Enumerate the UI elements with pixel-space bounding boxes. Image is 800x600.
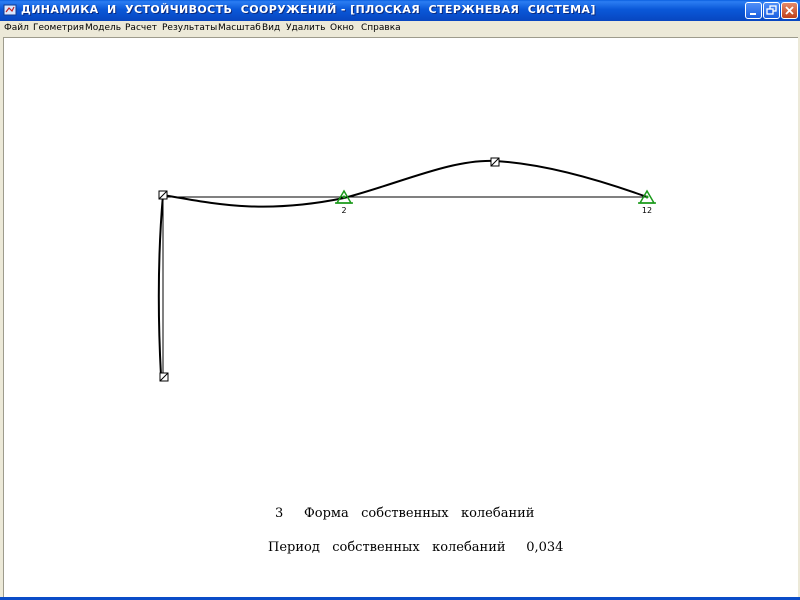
support-label-12: 12	[642, 206, 652, 215]
period-label: Период собственных колебаний	[268, 540, 506, 555]
app-icon[interactable]	[3, 3, 17, 17]
title-bar[interactable]: ДИНАМИКА И УСТОЙЧИВОСТЬ СООРУЖЕНИЙ - [ПЛ…	[0, 0, 800, 21]
menu-model[interactable]: Модель	[85, 21, 121, 35]
mode-number: 3	[275, 506, 284, 521]
menu-help[interactable]: Справка	[361, 21, 401, 35]
support-label-2: 2	[341, 206, 346, 215]
mode-title: Форма собственных колебаний	[303, 506, 535, 521]
restore-button[interactable]	[763, 2, 780, 19]
menu-scale[interactable]: Масштаб	[218, 21, 261, 35]
close-icon	[785, 6, 794, 15]
mode-caption: 3 Форма собственных колебаний	[275, 506, 534, 521]
menu-view[interactable]: Вид	[262, 21, 280, 35]
period-value: 0,034	[526, 540, 564, 555]
mode-shape-beam	[162, 159, 648, 208]
period-caption: Период собственных колебаний 0,034	[268, 540, 563, 555]
menu-file[interactable]: Файл	[4, 21, 29, 35]
minimize-button[interactable]	[745, 2, 762, 19]
menu-bar: Файл Геометрия Модель Расчет Результаты …	[0, 21, 800, 35]
node-marker-top-left[interactable]	[158, 190, 168, 200]
menu-window[interactable]: Окно	[330, 21, 354, 35]
menu-delete[interactable]: Удалить	[286, 21, 325, 35]
mode-shape-column	[157, 194, 164, 377]
node-marker-midspan[interactable]	[490, 157, 500, 167]
close-button[interactable]	[781, 2, 798, 19]
menu-calculation[interactable]: Расчет	[125, 21, 157, 35]
window-title: ДИНАМИКА И УСТОЙЧИВОСТЬ СООРУЖЕНИЙ - [ПЛ…	[21, 3, 596, 16]
menu-results[interactable]: Результаты	[162, 21, 217, 35]
node-marker-bottom[interactable]	[159, 372, 169, 382]
restore-icon	[766, 5, 777, 15]
menu-geometry[interactable]: Геометрия	[33, 21, 84, 35]
minimize-icon	[750, 13, 756, 15]
